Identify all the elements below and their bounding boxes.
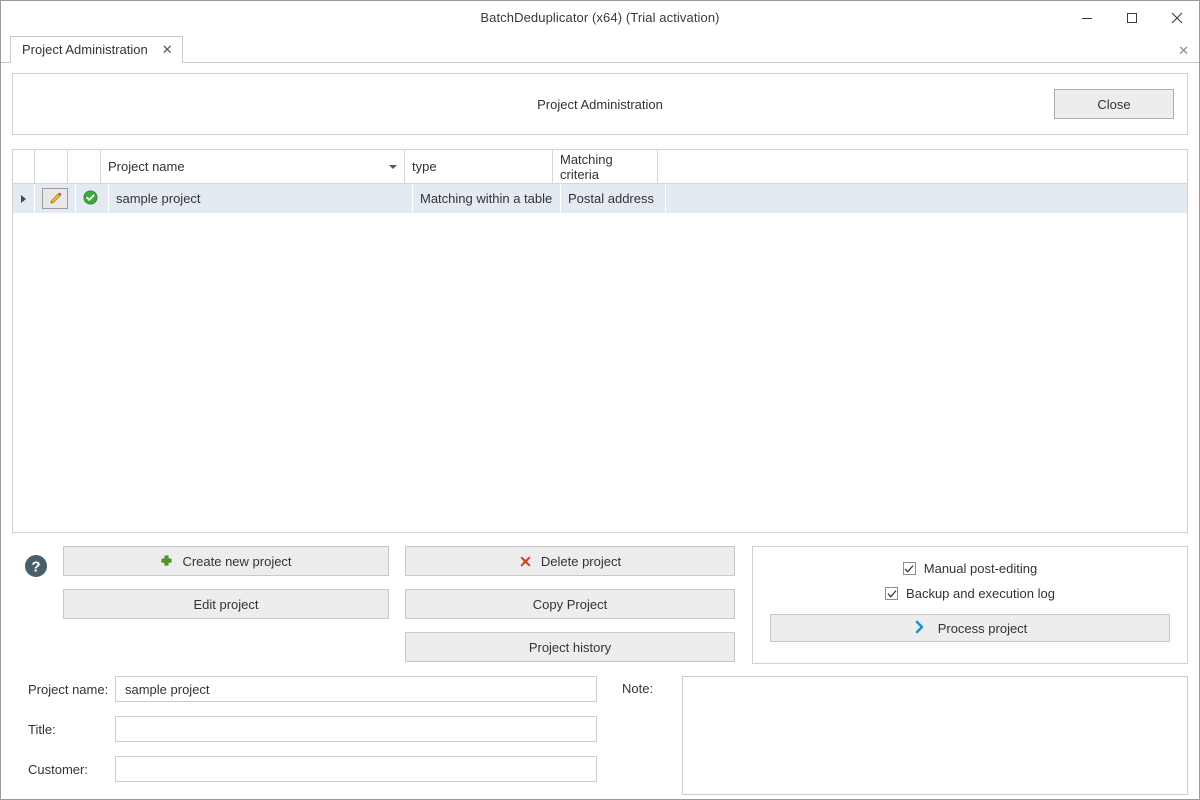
row-project-name: sample project [109, 184, 413, 213]
button-label: Process project [938, 621, 1028, 636]
delete-x-icon [519, 555, 532, 568]
create-new-project-button[interactable]: Create new project [63, 546, 389, 576]
grid-header-label: type [412, 159, 437, 174]
close-icon[interactable] [1154, 1, 1199, 35]
svg-text:?: ? [31, 559, 40, 576]
grid-header-label: Project name [108, 159, 185, 174]
grid-header-label: Matching criteria [560, 152, 650, 182]
window-controls [1064, 1, 1199, 35]
customer-input[interactable] [115, 756, 597, 782]
copy-project-button[interactable]: Copy Project [405, 589, 735, 619]
grid-header-edit [35, 150, 68, 183]
action-area: ? Create new project Edit project [12, 546, 1188, 664]
close-button[interactable]: Close [1054, 89, 1174, 119]
chevron-down-icon[interactable] [389, 165, 397, 169]
grid-header-status [68, 150, 101, 183]
row-type: Matching within a table [413, 184, 561, 213]
grid-header-row: Project name type Matching criteria [13, 150, 1187, 184]
checkbox-icon[interactable] [885, 587, 898, 600]
checkbox-icon[interactable] [903, 562, 916, 575]
window-title: BatchDeduplicator (x64) (Trial activatio… [1, 1, 1199, 35]
project-history-button[interactable]: Project history [405, 632, 735, 662]
form-fields-column: Project name: sample project Title: Cust… [12, 676, 600, 799]
chevron-right-icon [913, 620, 927, 637]
title-row: Title: [12, 716, 600, 742]
button-label: Create new project [182, 554, 291, 569]
title-bar: BatchDeduplicator (x64) (Trial activatio… [1, 1, 1199, 35]
button-column-left: Create new project Edit project [63, 546, 389, 619]
project-details-form: Project name: sample project Title: Cust… [12, 676, 1188, 799]
maximize-icon[interactable] [1109, 1, 1154, 35]
project-name-label: Project name: [12, 682, 115, 697]
tab-label: Project Administration [22, 42, 148, 57]
projects-grid: Project name type Matching criteria [12, 149, 1188, 533]
minimize-icon[interactable] [1064, 1, 1109, 35]
process-project-button[interactable]: Process project [770, 614, 1170, 642]
header-panel: Project Administration Close [12, 73, 1188, 135]
tab-strip: Project Administration ✕ ✕ [1, 35, 1199, 63]
table-row[interactable]: sample project Matching within a table P… [13, 184, 1187, 214]
project-name-input[interactable]: sample project [115, 676, 597, 702]
customer-row: Customer: [12, 756, 600, 782]
note-column: Note: [622, 676, 1188, 799]
grid-header-spacer [658, 150, 1187, 183]
button-label: Copy Project [533, 597, 607, 612]
content-area: Project Administration Close Project nam… [1, 63, 1199, 799]
edit-project-button[interactable]: Edit project [63, 589, 389, 619]
row-indicator-cell [13, 184, 35, 213]
plus-icon [160, 555, 173, 568]
check-circle-icon [83, 190, 98, 208]
grid-empty-area [13, 214, 1187, 532]
button-column-right: Delete project Copy Project Project hist… [405, 546, 735, 662]
pencil-icon[interactable] [42, 188, 68, 209]
title-input[interactable] [115, 716, 597, 742]
tab-project-administration[interactable]: Project Administration ✕ [10, 36, 183, 63]
backup-and-execution-log-checkbox[interactable]: Backup and execution log [885, 586, 1055, 601]
row-matching-criteria: Postal address [561, 184, 666, 213]
button-label: Edit project [193, 597, 258, 612]
checkbox-label: Manual post-editing [924, 561, 1037, 576]
customer-label: Customer: [12, 762, 115, 777]
grid-header-matching-criteria[interactable]: Matching criteria [553, 150, 658, 183]
button-label: Project history [529, 640, 611, 655]
row-edit-cell[interactable] [35, 184, 76, 213]
row-status-cell [76, 184, 109, 213]
note-label: Note: [622, 676, 680, 702]
project-name-row: Project name: sample project [12, 676, 600, 702]
page-title: Project Administration [13, 97, 1187, 112]
tab-close-icon[interactable]: ✕ [162, 43, 173, 56]
title-label: Title: [12, 722, 115, 737]
delete-project-button[interactable]: Delete project [405, 546, 735, 576]
process-panel: Manual post-editing Backup and execution… [752, 546, 1188, 664]
tabstrip-close-icon[interactable]: ✕ [1178, 44, 1189, 57]
manual-post-editing-checkbox[interactable]: Manual post-editing [903, 561, 1037, 576]
grid-header-project-name[interactable]: Project name [101, 150, 405, 183]
help-icon[interactable]: ? [24, 554, 48, 578]
grid-header-indicator [13, 150, 35, 183]
application-window: BatchDeduplicator (x64) (Trial activatio… [0, 0, 1200, 800]
row-spacer [666, 184, 1187, 213]
button-label: Delete project [541, 554, 621, 569]
checkbox-label: Backup and execution log [906, 586, 1055, 601]
row-indicator-arrow-icon [21, 195, 26, 203]
grid-header-type[interactable]: type [405, 150, 553, 183]
note-textarea[interactable] [682, 676, 1188, 795]
